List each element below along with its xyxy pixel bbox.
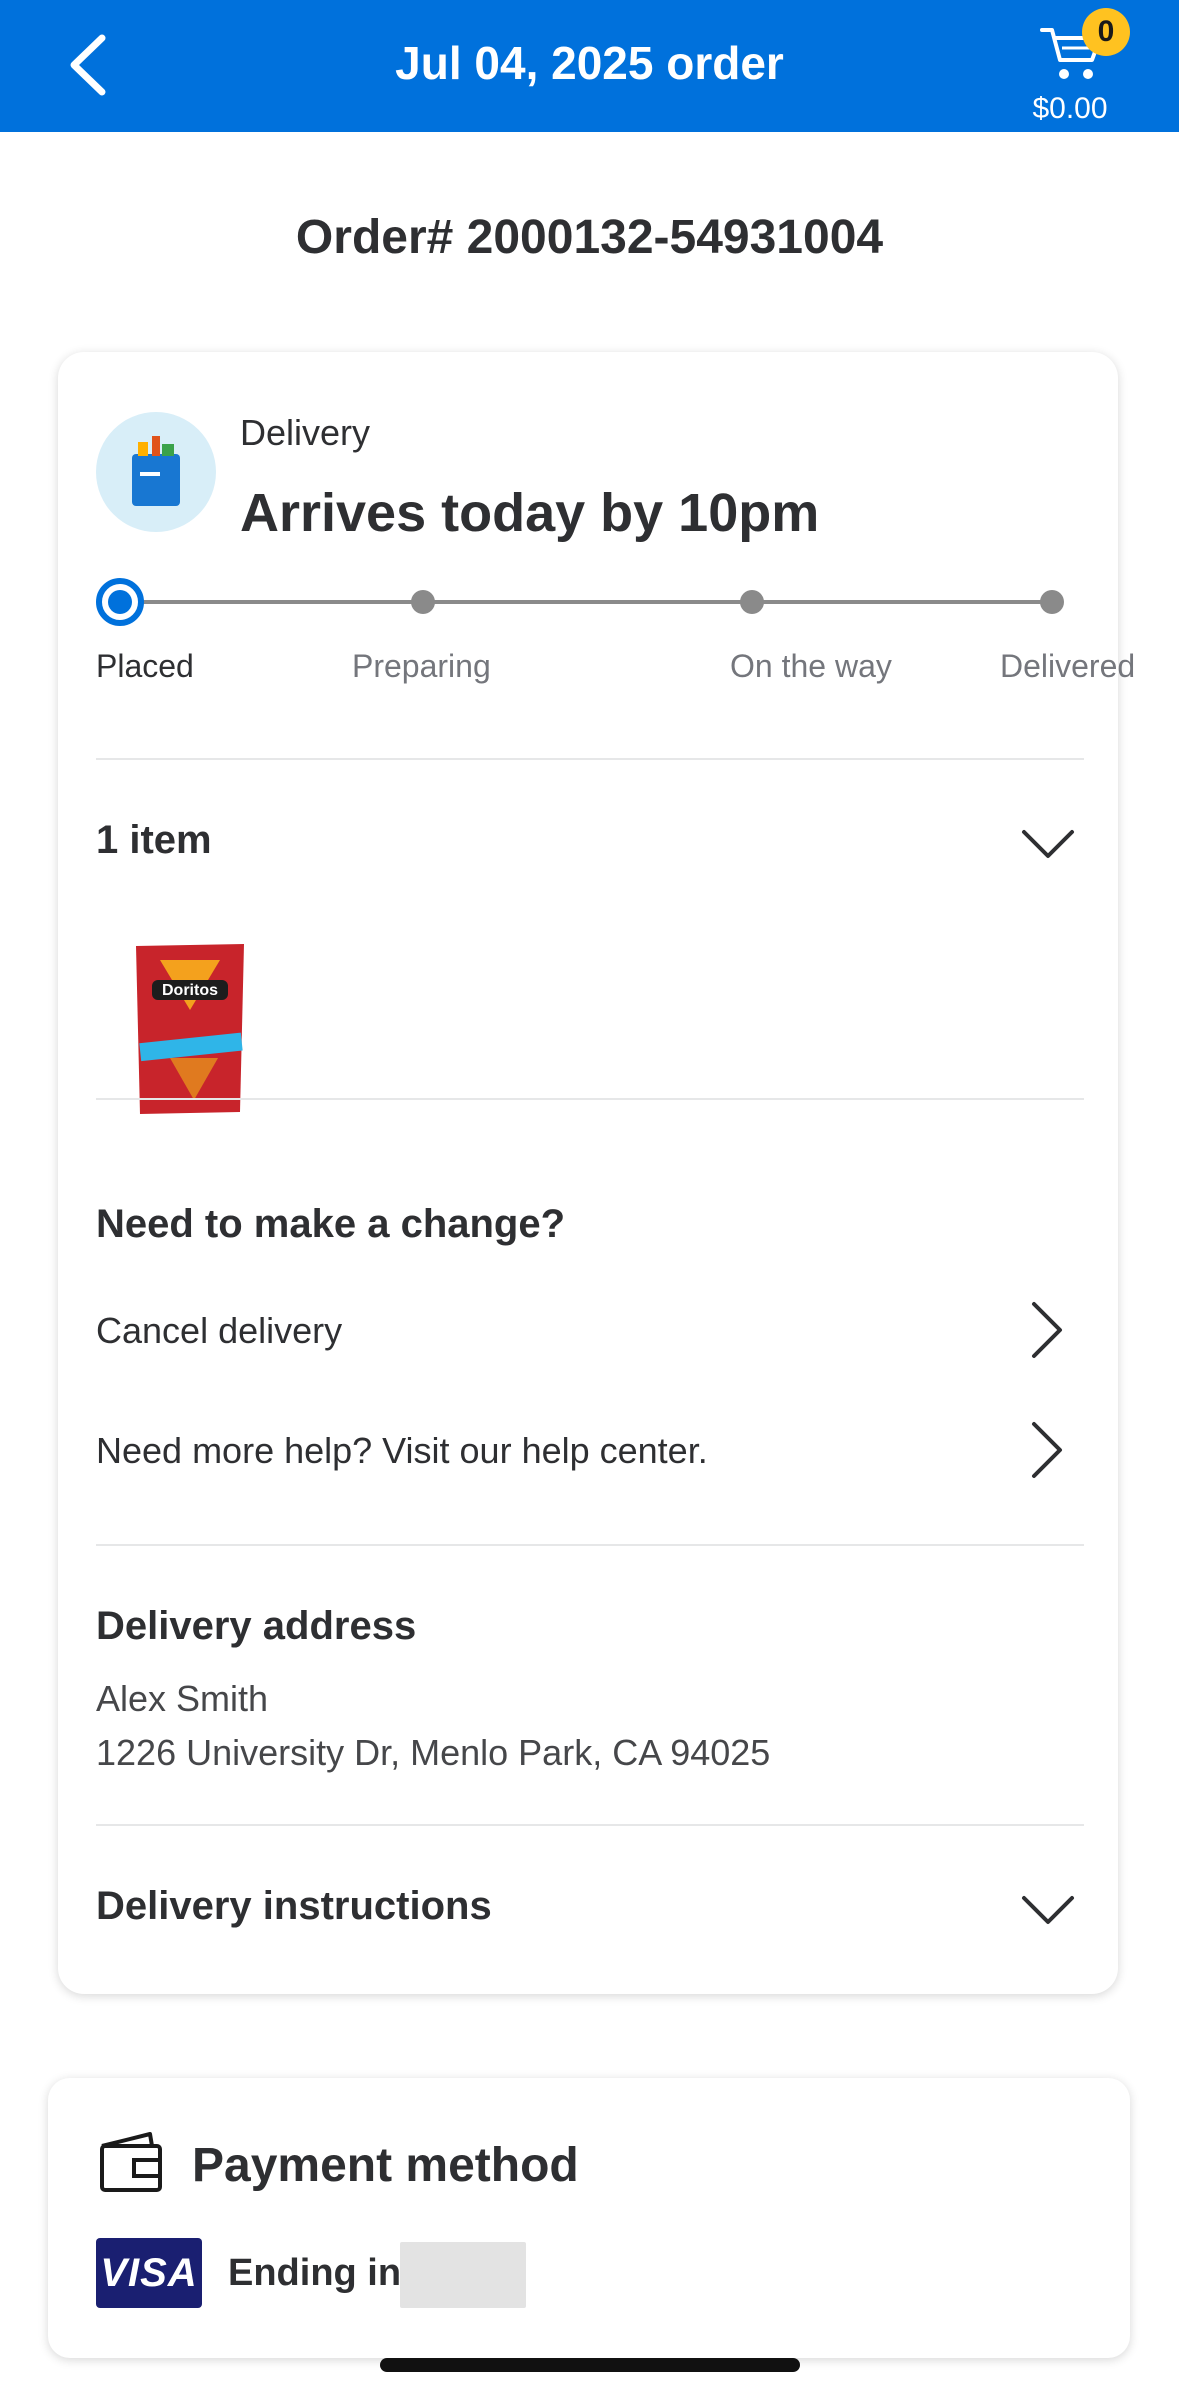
chevron-right-icon xyxy=(1032,1302,1062,1358)
step-label-on-the-way: On the way xyxy=(730,648,892,684)
items-count[interactable]: 1 item xyxy=(96,818,212,863)
order-card: Delivery Arrives today by 10pm Placed Pr… xyxy=(58,352,1135,1994)
step-dot-preparing xyxy=(411,590,435,614)
cancel-delivery-label: Cancel delivery xyxy=(96,1310,343,1351)
home-indicator xyxy=(380,2358,800,2372)
divider xyxy=(96,1824,1084,1826)
address-street: 1226 University Dr, Menlo Park, CA 94025 xyxy=(96,1732,771,1773)
card-number-redacted xyxy=(400,2242,526,2308)
divider xyxy=(96,758,1084,760)
divider xyxy=(96,1098,1084,1100)
page-title: Jul 04, 2025 order xyxy=(395,37,784,89)
app-header: Jul 04, 2025 order 0 $0.00 xyxy=(0,0,1179,132)
step-label-placed: Placed xyxy=(96,648,194,684)
visa-logo: VISA xyxy=(96,2238,202,2308)
cancel-delivery-link[interactable]: Cancel delivery xyxy=(96,1290,1084,1370)
chevron-right-icon xyxy=(1032,1422,1062,1478)
step-dot-delivered xyxy=(1040,590,1064,614)
help-center-label: Need more help? Visit our help center. xyxy=(96,1430,708,1471)
step-label-preparing: Preparing xyxy=(352,648,491,684)
svg-text:Doritos: Doritos xyxy=(162,982,218,999)
step-dot-placed xyxy=(96,578,144,626)
payment-card: Payment method VISA Ending in xyxy=(48,2078,1130,2358)
wallet-icon xyxy=(100,2132,162,2192)
cart-button[interactable]: 0 $0.00 xyxy=(1020,6,1160,130)
progress-track xyxy=(122,600,1052,604)
arrival-time: Arrives today by 10pm xyxy=(240,483,820,543)
delivery-address-title: Delivery address xyxy=(96,1604,417,1648)
cart-count-badge: 0 xyxy=(1082,8,1130,56)
address-name: Alex Smith xyxy=(96,1678,269,1719)
delivery-progress: Placed Preparing On the way Delivered xyxy=(96,578,1135,698)
step-label-delivered: Delivered xyxy=(1000,648,1136,684)
delivery-type: Delivery xyxy=(240,412,371,453)
help-center-link[interactable]: Need more help? Visit our help center. xyxy=(96,1410,1084,1490)
delivery-instructions-title[interactable]: Delivery instructions xyxy=(96,1884,492,1929)
product-image[interactable]: Doritos xyxy=(130,940,250,1116)
payment-method-title: Payment method xyxy=(192,2139,579,2192)
divider xyxy=(96,1544,1084,1546)
order-number: Order# 2000132-54931004 xyxy=(295,211,884,264)
change-section-title: Need to make a change? xyxy=(96,1202,566,1246)
card-ending-label: Ending in xyxy=(228,2252,402,2294)
chevron-down-icon[interactable] xyxy=(1018,824,1078,864)
chevron-down-icon[interactable] xyxy=(1018,1890,1078,1930)
cart-total: $0.00 xyxy=(1032,92,1108,125)
delivery-bag-icon xyxy=(96,412,216,532)
step-dot-on-the-way xyxy=(740,590,764,614)
